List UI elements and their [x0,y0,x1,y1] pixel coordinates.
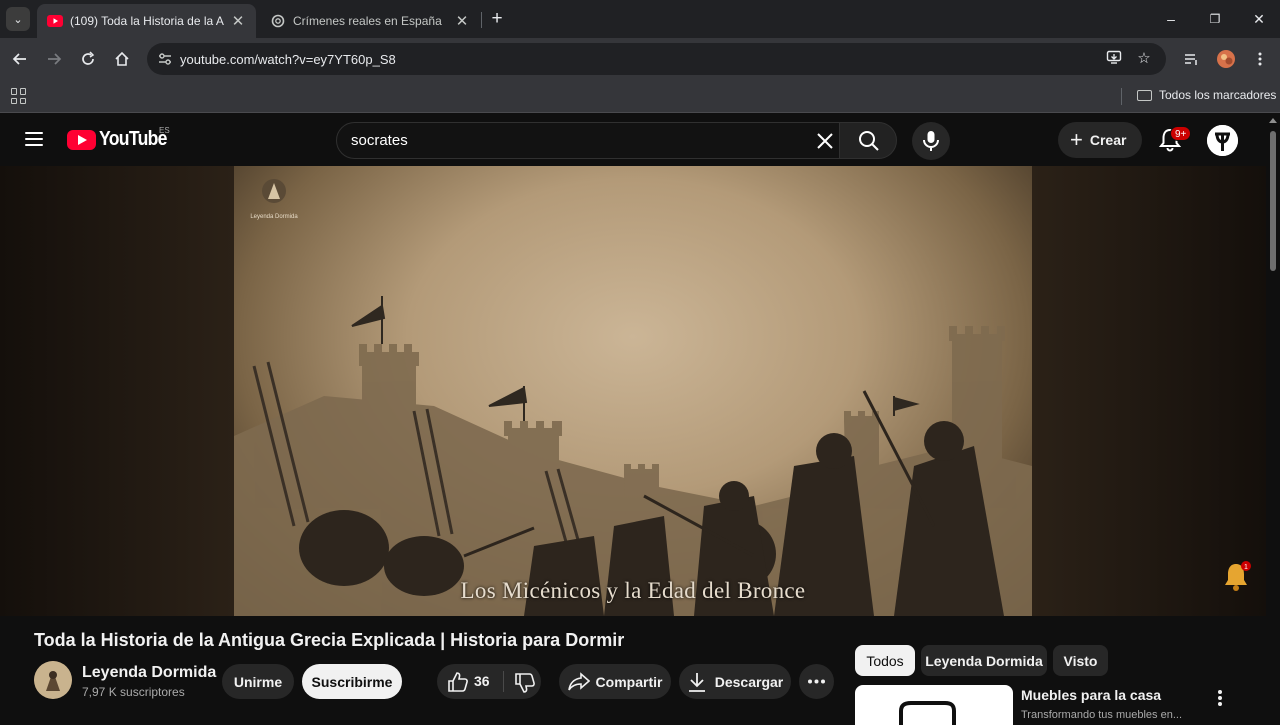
floating-notification-bell-icon[interactable]: 1 [1219,559,1253,593]
thumbs-up-icon [448,672,468,692]
video-frame[interactable] [234,166,1032,616]
bookmarks-folder-label: Todos los marcadores [1159,88,1277,102]
svg-text:1: 1 [1244,564,1248,571]
like-divider [503,671,504,692]
subscribe-button[interactable]: Suscribirme [302,664,402,699]
tab-close-icon[interactable]: ✕ [230,12,246,30]
download-icon [688,672,705,692]
share-label: Compartir [595,673,663,690]
youtube-masthead: YouTube ES + Crear [0,114,1266,166]
watermark-logo [262,179,286,203]
thumbs-down-icon [515,673,535,693]
reload-button[interactable] [75,46,101,72]
account-avatar[interactable] [1207,125,1238,156]
recommendation-subtitle: Transformando tus muebles en... [1021,709,1183,721]
browser-tab-strip: ⌄ (109) Toda la Historia de la Antigua G… [0,0,1280,38]
close-window-button[interactable]: ✕ [1243,7,1275,31]
chatgpt-favicon-icon [270,13,286,29]
download-button[interactable]: Descargar [679,664,791,699]
tab-youtube-video[interactable]: (109) Toda la Historia de la Antigua Gre… [37,4,256,38]
search-box [336,122,840,159]
folder-icon [1137,89,1152,101]
site-info-icon[interactable] [157,51,173,67]
channel-watermark[interactable]: Leyenda Dormida [249,175,299,220]
video-title: Toda la Historia de la Antigua Grecia Ex… [34,630,625,650]
share-button[interactable]: Compartir [559,664,671,699]
restore-button[interactable]: ❐ [1199,7,1231,31]
bookmarks-bar: Todos los marcadores [0,80,1280,113]
recommendation-thumbnail[interactable] [855,685,1013,725]
recommendation-title[interactable]: Muebles para la casa [1021,687,1161,703]
tab-close-icon[interactable]: ✕ [454,12,470,30]
watermark-text: Leyenda Dormida [250,214,298,220]
clear-search-icon[interactable] [813,129,837,153]
tab-title: Crímenes reales en España [293,14,442,28]
channel-avatar[interactable] [34,661,72,699]
minimize-button[interactable]: – [1155,7,1187,31]
tab-search-dropdown-icon[interactable]: ⌄ [6,7,30,31]
address-bar[interactable]: youtube.com/watch?v=ey7YT60p_S8 ☆ [147,43,1166,75]
browser-toolbar: youtube.com/watch?v=ey7YT60p_S8 ☆ [0,38,1280,80]
chip-watched[interactable]: Visto [1053,645,1108,676]
tab-title: (109) Toda la Historia de la Antigua Gre… [70,14,224,28]
download-label: Descargar [714,673,784,690]
country-code: ES [159,126,170,135]
bookmarks-separator [1121,88,1122,105]
install-app-icon[interactable] [1104,49,1124,69]
all-bookmarks-folder[interactable]: Todos los marcadores [1137,88,1276,102]
url-text: youtube.com/watch?v=ey7YT60p_S8 [180,52,396,67]
player-letterbox-right [1032,166,1266,616]
chip-channel[interactable]: Leyenda Dormida [921,645,1047,676]
chip-all[interactable]: Todos [855,645,915,676]
search-button[interactable] [839,122,897,159]
recommendation-thumbnail-image [899,701,956,725]
youtube-favicon-icon [47,13,63,29]
youtube-play-icon [67,129,96,150]
video-scene-image [234,296,1032,616]
share-icon [567,671,590,690]
like-button[interactable] [447,671,469,698]
voice-search-button[interactable] [912,122,950,160]
dislike-button[interactable] [514,672,536,699]
create-label: Crear [1089,132,1127,148]
bookmark-star-icon[interactable]: ☆ [1134,49,1154,69]
video-subtitle: Los Micénicos y la Edad del Bronce [460,578,806,603]
forward-button[interactable] [41,46,67,72]
channel-name[interactable]: Leyenda Dormida [82,664,216,682]
apps-grid-icon[interactable] [11,88,27,104]
search-input[interactable] [351,132,791,149]
youtube-wordmark: YouTube [99,128,167,150]
home-button[interactable] [109,46,135,72]
video-player[interactable]: Leyenda Dormida Los Micénicos y la Edad … [0,166,1266,616]
player-letterbox-left [0,166,234,616]
join-button[interactable]: Unirme [222,664,294,699]
scroll-up-icon[interactable] [1269,118,1277,123]
subscriber-count: 7,97 K suscriptores [82,685,185,699]
reading-list-icon[interactable] [1178,46,1204,72]
chrome-menu-icon[interactable] [1247,46,1273,72]
create-button[interactable]: + Crear [1058,122,1142,158]
tab-chatgpt[interactable]: Crímenes reales en España ✕ [260,4,480,38]
guide-menu-icon[interactable] [25,132,43,146]
plus-icon: + [1070,127,1083,152]
more-horizontal-icon [808,679,825,684]
page-scrollbar[interactable] [1266,114,1280,720]
notification-count-badge: 9+ [1170,126,1192,141]
more-actions-button[interactable] [799,664,834,699]
search-icon [859,131,879,151]
scrollbar-thumb[interactable] [1270,131,1276,271]
back-button[interactable] [7,46,33,72]
profile-avatar-icon[interactable] [1213,46,1239,72]
tab-separator [481,12,482,28]
recommendation-more-icon[interactable] [1212,688,1228,708]
new-tab-button[interactable]: + [486,8,508,30]
microphone-icon [923,131,939,151]
like-count: 36 [474,673,490,689]
